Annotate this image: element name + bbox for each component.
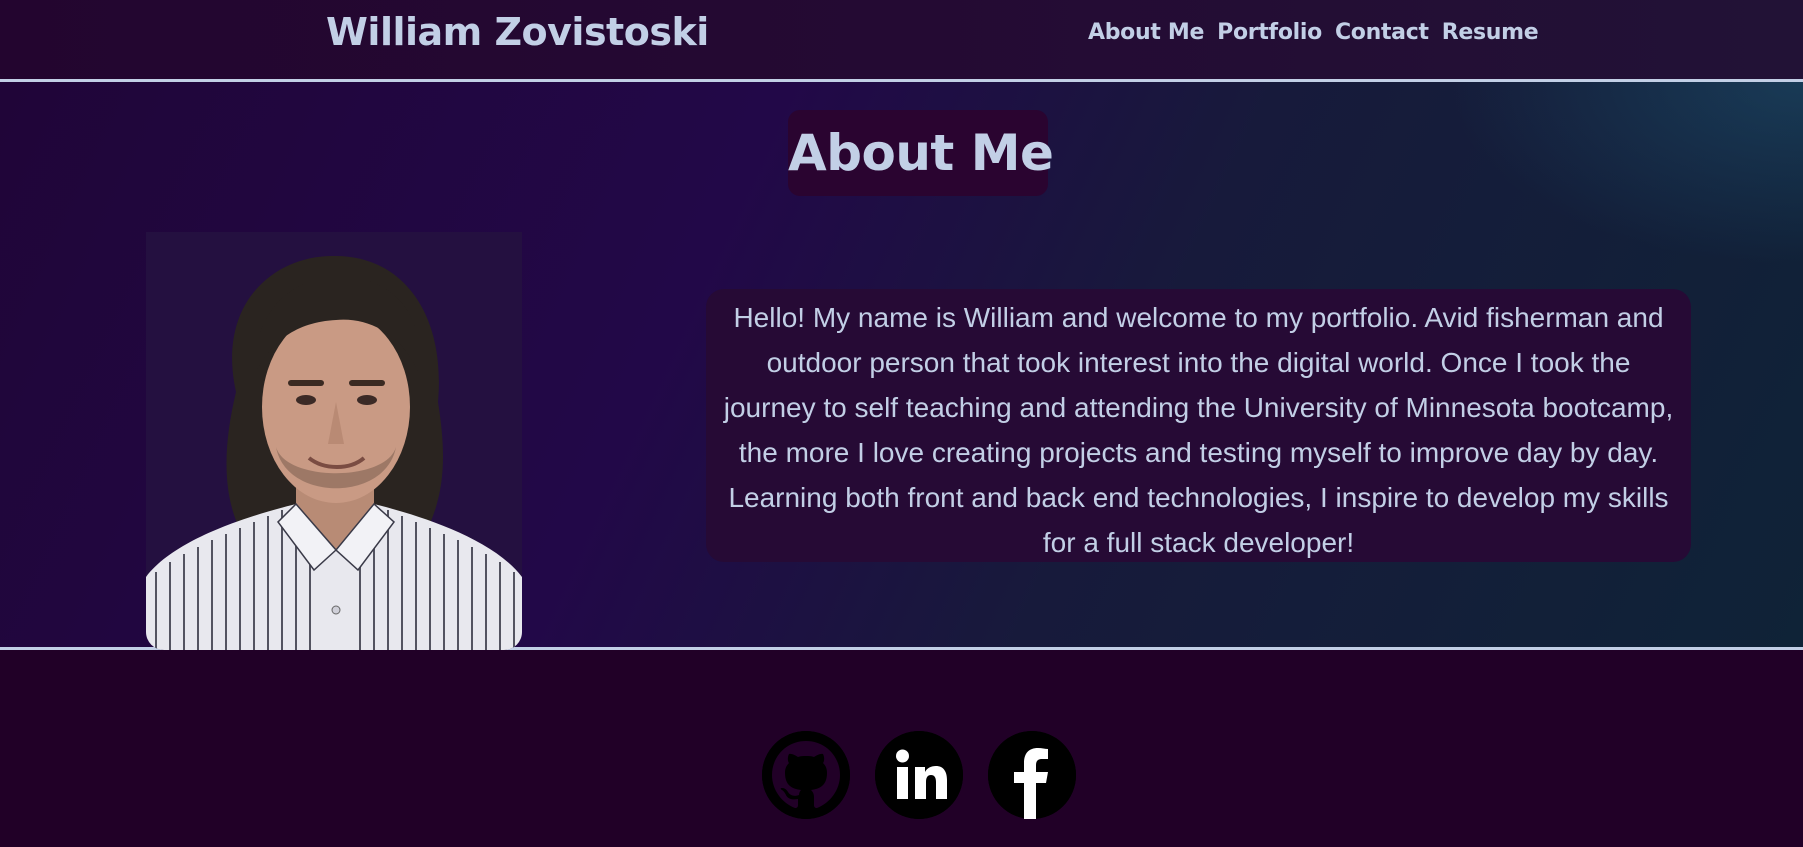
about-section: About Me Hello! My name is William and w… (0, 82, 1803, 650)
section-heading: About Me (788, 110, 1054, 196)
nav-link-resume[interactable]: Resume (1442, 20, 1539, 45)
site-title[interactable]: William Zovistoski (326, 10, 709, 54)
nav-link-portfolio[interactable]: Portfolio (1217, 20, 1322, 45)
profile-photo (146, 232, 522, 650)
bio-text: Hello! My name is William and welcome to… (706, 289, 1691, 562)
facebook-icon[interactable] (988, 731, 1076, 819)
linkedin-icon[interactable] (875, 731, 963, 819)
site-footer (0, 650, 1803, 847)
github-icon[interactable] (762, 731, 850, 819)
nav-link-about-me[interactable]: About Me (1088, 20, 1204, 45)
site-header: William Zovistoski About Me Portfolio Co… (0, 0, 1803, 82)
main-nav: About Me Portfolio Contact Resume (1088, 20, 1539, 45)
nav-link-contact[interactable]: Contact (1335, 20, 1429, 45)
